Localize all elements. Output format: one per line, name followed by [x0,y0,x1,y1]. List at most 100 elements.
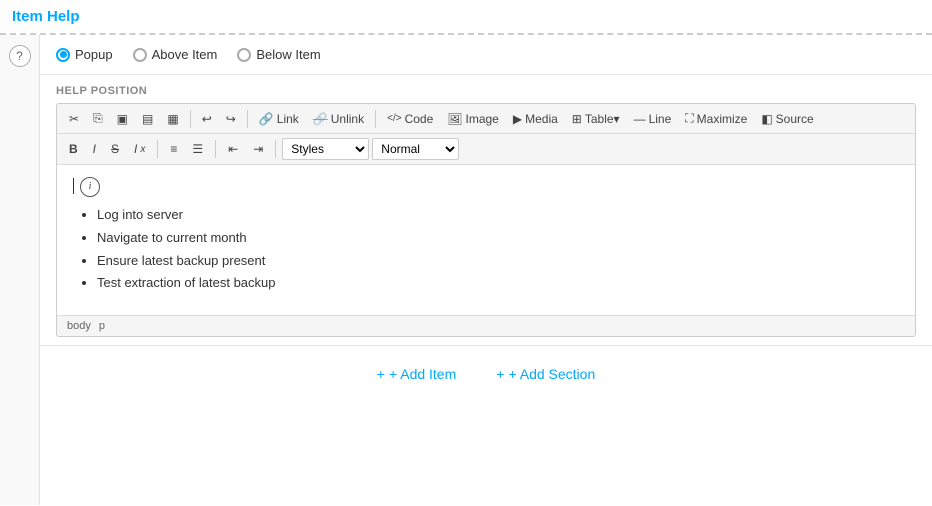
maximize-button[interactable]: ⛶ Maximize [679,108,753,129]
editor-footer: body p [57,315,915,336]
add-section-button[interactable]: + + Add Section [488,362,603,386]
top-bar: Item Help [0,0,932,35]
paste-plain-button[interactable]: ▤ [136,109,159,129]
unlink-icon: 🔗 [313,112,328,126]
list-item: Test extraction of latest backup [97,273,899,294]
styles-select[interactable]: Styles Heading 1 Heading 2 Paragraph [282,138,369,160]
ordered-list-icon: ≡ [170,142,177,156]
table-button[interactable]: ⊞ Table▾ [566,109,626,129]
radio-above-item[interactable]: Above Item [133,47,218,62]
radio-popup[interactable]: Popup [56,47,113,62]
add-item-button[interactable]: + + Add Item [369,362,465,386]
unlink-button[interactable]: 🔗 Unlink [307,109,370,129]
add-section-label: + Add Section [508,366,595,382]
radio-circle-below-item [237,48,251,62]
list-item: Log into server [97,205,899,226]
text-cursor [73,178,74,194]
radio-label-popup: Popup [75,47,113,62]
paste-icon: ▣ [117,112,128,126]
format-select[interactable]: Normal Heading 1 Heading 2 Paragraph [372,138,459,160]
source-icon: ◧ [761,112,772,126]
line-button[interactable]: — Line [628,109,678,129]
table-icon: ⊞ [572,112,582,126]
main-content: ? Popup Above Item Below Item HELP POSIT… [0,35,932,505]
cursor-line: i [73,177,899,195]
toolbar-sep5 [215,140,216,158]
help-icon-button[interactable]: ? [9,45,31,67]
bold-button[interactable]: B [63,139,84,159]
undo-button[interactable]: ↩ [196,109,218,129]
paste-button[interactable]: ▣ [111,109,134,129]
section-label: HELP POSITION [40,75,932,103]
image-button[interactable]: 🖼 Image [441,109,505,129]
code-button[interactable]: </> Code [381,109,439,129]
copy-button[interactable]: ⎘ [87,108,109,129]
media-label: Media [525,112,558,126]
content-area: Popup Above Item Below Item HELP POSITIO… [40,35,932,505]
radio-circle-popup [56,48,70,62]
line-icon: — [634,112,646,126]
bottom-bar: + + Add Item + + Add Section [40,345,932,402]
redo-icon: ↪ [226,112,236,126]
indent-icon: ⇥ [253,142,263,156]
toolbar-row1: ✂ ⎘ ▣ ▤ ▦ ↩ ↪ [57,104,915,134]
link-icon: 🔗 [259,112,274,126]
link-button[interactable]: 🔗 Link [253,109,305,129]
redo-button[interactable]: ↪ [220,109,242,129]
paste-word-button[interactable]: ▦ [161,109,184,129]
cut-button[interactable]: ✂ [63,109,85,129]
table-label: Table▾ [585,112,620,126]
add-item-label: + Add Item [389,366,456,382]
link-label: Link [277,112,299,126]
paste-word-icon: ▦ [167,112,178,126]
footer-tag-body: body [67,320,91,332]
list-item: Navigate to current month [97,228,899,249]
radio-below-item[interactable]: Below Item [237,47,320,62]
ordered-list-button[interactable]: ≡ [164,139,183,159]
radio-circle-above-item [133,48,147,62]
unlink-label: Unlink [331,112,364,126]
remove-format-button[interactable]: Ix [128,139,151,159]
unordered-list-button[interactable]: ☰ [186,139,209,159]
toolbar-sep6 [275,140,276,158]
indent-button[interactable]: ⇥ [247,139,269,159]
left-sidebar: ? [0,35,40,505]
media-button[interactable]: ▶ Media [507,109,564,129]
toolbar-sep2 [247,110,248,128]
info-icon: i [80,177,100,197]
radio-row: Popup Above Item Below Item [40,35,932,75]
bullet-list: Log into server Navigate to current mont… [73,205,899,294]
cut-icon: ✂ [69,112,79,126]
line-label: Line [649,112,672,126]
editor-body[interactable]: i Log into server Navigate to current mo… [57,165,915,315]
italic-button[interactable]: I [87,139,102,159]
toolbar-row2: B I S Ix ≡ ☰ ⇤ ⇥ S [57,134,915,165]
strikethrough-button[interactable]: S [105,139,125,159]
radio-label-above-item: Above Item [152,47,218,62]
unordered-list-icon: ☰ [192,142,203,156]
image-label: Image [466,112,499,126]
toolbar-sep4 [157,140,158,158]
paste-plain-icon: ▤ [142,112,153,126]
image-icon: 🖼 [447,112,462,126]
maximize-label: Maximize [697,112,748,126]
toolbar-sep3 [375,110,376,128]
add-section-plus-icon: + [496,366,504,382]
outdent-icon: ⇤ [228,142,238,156]
maximize-icon: ⛶ [685,111,693,126]
page-title: Item Help [12,8,80,25]
copy-icon: ⎘ [93,111,103,126]
code-label: Code [405,112,434,126]
toolbar-sep1 [190,110,191,128]
source-label: Source [776,112,814,126]
add-item-plus-icon: + [377,366,385,382]
code-icon: </> [387,113,401,124]
footer-tag-p: p [99,320,105,332]
editor-wrapper: ✂ ⎘ ▣ ▤ ▦ ↩ ↪ [56,103,916,337]
source-button[interactable]: ◧ Source [755,109,819,129]
radio-label-below-item: Below Item [256,47,320,62]
outdent-button[interactable]: ⇤ [222,139,244,159]
list-item: Ensure latest backup present [97,251,899,272]
undo-icon: ↩ [202,112,212,126]
media-icon: ▶ [513,112,522,126]
